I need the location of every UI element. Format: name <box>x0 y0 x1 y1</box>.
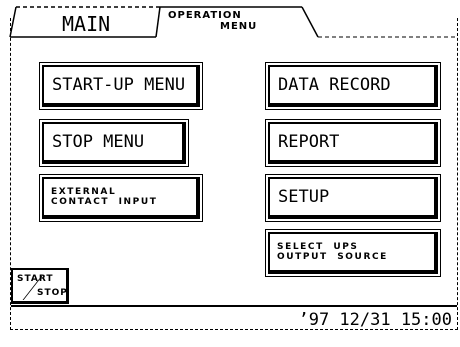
data-record-label: DATA RECORD <box>278 75 391 95</box>
report-label: REPORT <box>278 132 340 152</box>
tab-operation-label-line2: MENU <box>220 21 258 32</box>
stop-label: STOP <box>37 288 68 298</box>
select-label-line1: SELECT UPS <box>277 242 359 252</box>
date-time-display: ’97 12/31 15:00 <box>298 310 452 330</box>
select-ups-output-source-label: SELECT UPS OUTPUT SOURCE <box>277 234 388 270</box>
status-bar <box>11 305 457 307</box>
external-label-line2: CONTACT INPUT <box>51 197 158 207</box>
tab-operation-menu[interactable]: OPERATION MENU <box>168 10 257 32</box>
stop-menu-label: STOP MENU <box>52 132 145 152</box>
start-stop-button[interactable]: START STOP <box>11 268 69 304</box>
select-label-line2: OUTPUT SOURCE <box>277 252 388 262</box>
stop-menu-button[interactable]: STOP MENU <box>39 119 189 167</box>
data-record-button[interactable]: DATA RECORD <box>265 62 441 110</box>
tab-operation-label-line1: OPERATION <box>168 10 242 21</box>
setup-label: SETUP <box>278 187 330 207</box>
startup-menu-button[interactable]: START-UP MENU <box>39 62 203 110</box>
tab-main[interactable]: MAIN <box>62 12 110 36</box>
external-contact-input-label: EXTERNAL CONTACT INPUT <box>51 179 158 215</box>
report-button[interactable]: REPORT <box>265 119 441 167</box>
setup-button[interactable]: SETUP <box>265 174 441 222</box>
startup-menu-label: START-UP MENU <box>52 75 186 95</box>
external-label-line1: EXTERNAL <box>51 187 117 197</box>
frame-right <box>457 18 458 330</box>
select-ups-output-source-button[interactable]: SELECT UPS OUTPUT SOURCE <box>265 229 441 277</box>
external-contact-input-button[interactable]: EXTERNAL CONTACT INPUT <box>39 174 203 222</box>
ups-operation-screen: MAIN OPERATION MENU START-UP MENU STOP M… <box>0 0 460 347</box>
